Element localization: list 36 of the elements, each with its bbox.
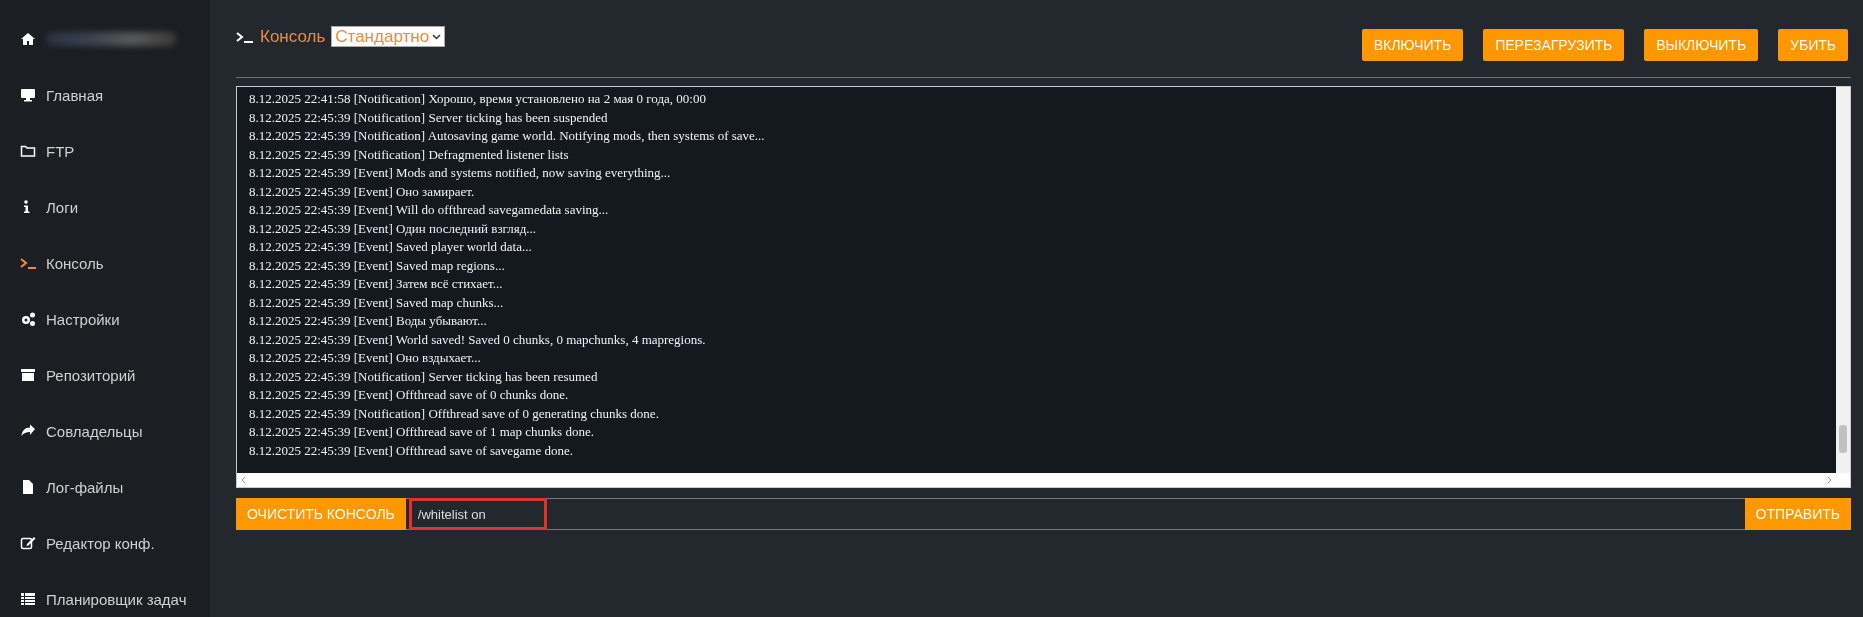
chevron-down-icon (432, 32, 442, 41)
log-line: 8.12.2025 22:45:39 [Notification] Offthread save of 0 generating chunks done. (249, 404, 660, 423)
log-line: 8.12.2025 22:45:39 [Event] Mods and systems notified, now saving everything... (249, 164, 672, 182)
log-line: 8.12.2025 22:45:39 [Notification] Defragmented listener lists (249, 145, 570, 164)
log-line: 8.12.2025 22:45:39 [Event] Saved map regions... (249, 256, 506, 275)
sidebar-item[interactable]: Репозиторий (0, 347, 210, 403)
sidebar-item[interactable]: Консоль (0, 235, 210, 291)
sidebar-item[interactable]: Настройки (0, 291, 210, 347)
log-line: 8.12.2025 22:45:39 [Notification] Autosaving game world. Notifying mods, then systems of save... (249, 127, 766, 145)
sidebar-item[interactable]: Логи (0, 179, 210, 235)
log-line: 8.12.2025 22:41:58 [Notification] Хорошо, время установлено на 2 мая 0 года, 00:00 (249, 90, 707, 108)
scrollbar[interactable] (1836, 87, 1850, 473)
log-line: 8.12.2025 22:45:39 [Notification] Server ticking has been suspended (249, 108, 609, 127)
sidebar-item[interactable]: Главная (0, 67, 210, 123)
log-line: 8.12.2025 22:45:39 [Event] Один последний взгляд... (249, 219, 538, 238)
log-line: 8.12.2025 22:45:39 [Event] Offthread save of 1 map chunks done. (249, 423, 595, 441)
log-line: 8.12.2025 22:45:39 [Event] Воды убывают... (249, 312, 488, 330)
sidebar-item[interactable]: Лог-файлы (0, 459, 210, 515)
log-line: 8.12.2025 22:45:39 [Event] Will do offthread savegamedata saving... (249, 201, 610, 219)
log-line: 8.12.2025 22:45:39 [Event] World saved! Saved 0 chunks, 0 mapchunks, 4 mapregions. (249, 330, 707, 349)
log-line: 8.12.2025 22:45:39 [Event] Затем всё стихает... (249, 275, 504, 293)
scroll-right-icon[interactable] (1826, 476, 1833, 484)
sidebar-item[interactable]: Редактор конф. (0, 515, 210, 571)
log-line: 8.12.2025 22:45:39 [Event] Оно замирает. (249, 182, 476, 201)
sidebar-item[interactable]: Планировщик задач (0, 571, 210, 617)
sidebar-item[interactable]: FTP (0, 123, 210, 179)
log-line: 8.12.2025 22:45:39 [Event] Saved map chunks... (249, 293, 505, 312)
log-line: 8.12.2025 22:45:39 [Event] Offthread save of savegame done. (249, 441, 574, 460)
page-title: Консоль (260, 26, 326, 47)
log-line: 8.12.2025 22:45:39 [Event] Saved player world data... (249, 238, 533, 256)
sidebar-item[interactable]: Совладельцы (0, 403, 210, 459)
log-line: 8.12.2025 22:45:39 [Event] Offthread save of 0 chunks done. (249, 386, 570, 404)
scroll-left-icon[interactable] (240, 476, 247, 484)
log-line: 8.12.2025 22:45:39 [Notification] Server ticking has been resumed (249, 367, 599, 386)
log-line: 8.12.2025 22:45:39 [Event] Оно вздыхает... (249, 349, 482, 367)
terminal-icon (236, 29, 254, 44)
